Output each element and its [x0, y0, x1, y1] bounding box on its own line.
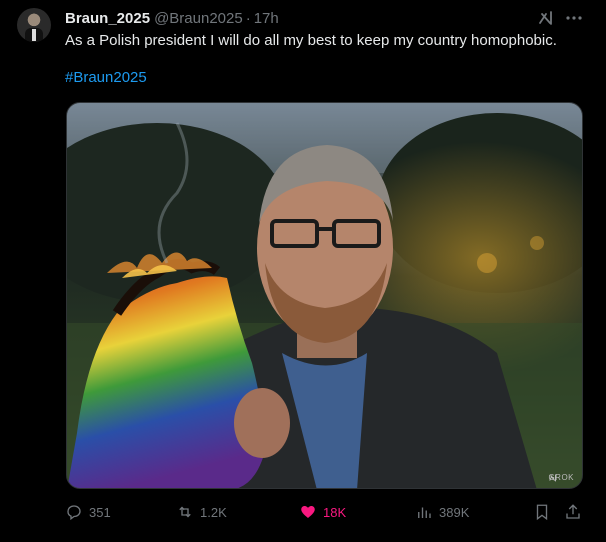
- reply-button[interactable]: 351: [65, 502, 111, 522]
- heart-icon: [301, 506, 315, 518]
- views-icon: [418, 507, 431, 518]
- photo-illustration: [67, 103, 582, 488]
- share-icon: [566, 504, 580, 519]
- reply-count: 351: [89, 504, 111, 520]
- display-name[interactable]: Braun_2025: [65, 10, 150, 27]
- hashtag-link[interactable]: #Braun2025: [65, 68, 147, 88]
- reply-icon: [67, 505, 81, 521]
- bookmark-button[interactable]: [533, 502, 551, 522]
- more-button[interactable]: [564, 8, 584, 28]
- grok-watermark-icon: [549, 474, 557, 482]
- grok-button[interactable]: [537, 8, 557, 28]
- more-icon: [566, 16, 582, 20]
- avatar[interactable]: [17, 8, 51, 42]
- share-button[interactable]: [564, 502, 582, 522]
- timestamp[interactable]: 17h: [254, 10, 279, 27]
- views-count: 389K: [439, 504, 470, 520]
- tweet[interactable]: Braun_2025 @Braun2025 · 17h As a Polish …: [0, 0, 606, 542]
- repost-count: 1.2K: [200, 504, 227, 520]
- bookmark-icon: [536, 504, 548, 521]
- grok-icon: [539, 11, 552, 25]
- separator-dot: ·: [245, 9, 251, 27]
- views-button[interactable]: 389K: [415, 502, 469, 522]
- tweet-header: Braun_2025 @Braun2025 · 17h: [65, 8, 279, 28]
- like-count: 18K: [323, 504, 347, 520]
- tweet-text: As a Polish president I will do all my b…: [65, 32, 557, 49]
- user-handle[interactable]: @Braun2025: [154, 10, 243, 27]
- repost-icon: [179, 506, 191, 518]
- action-bar: 351 1.2K 18K 389K: [65, 502, 585, 522]
- repost-button[interactable]: 1.2K: [176, 502, 227, 522]
- tweet-media-image[interactable]: GROK: [66, 102, 583, 489]
- grok-watermark: GROK: [548, 473, 574, 482]
- like-button[interactable]: 18K: [299, 502, 346, 522]
